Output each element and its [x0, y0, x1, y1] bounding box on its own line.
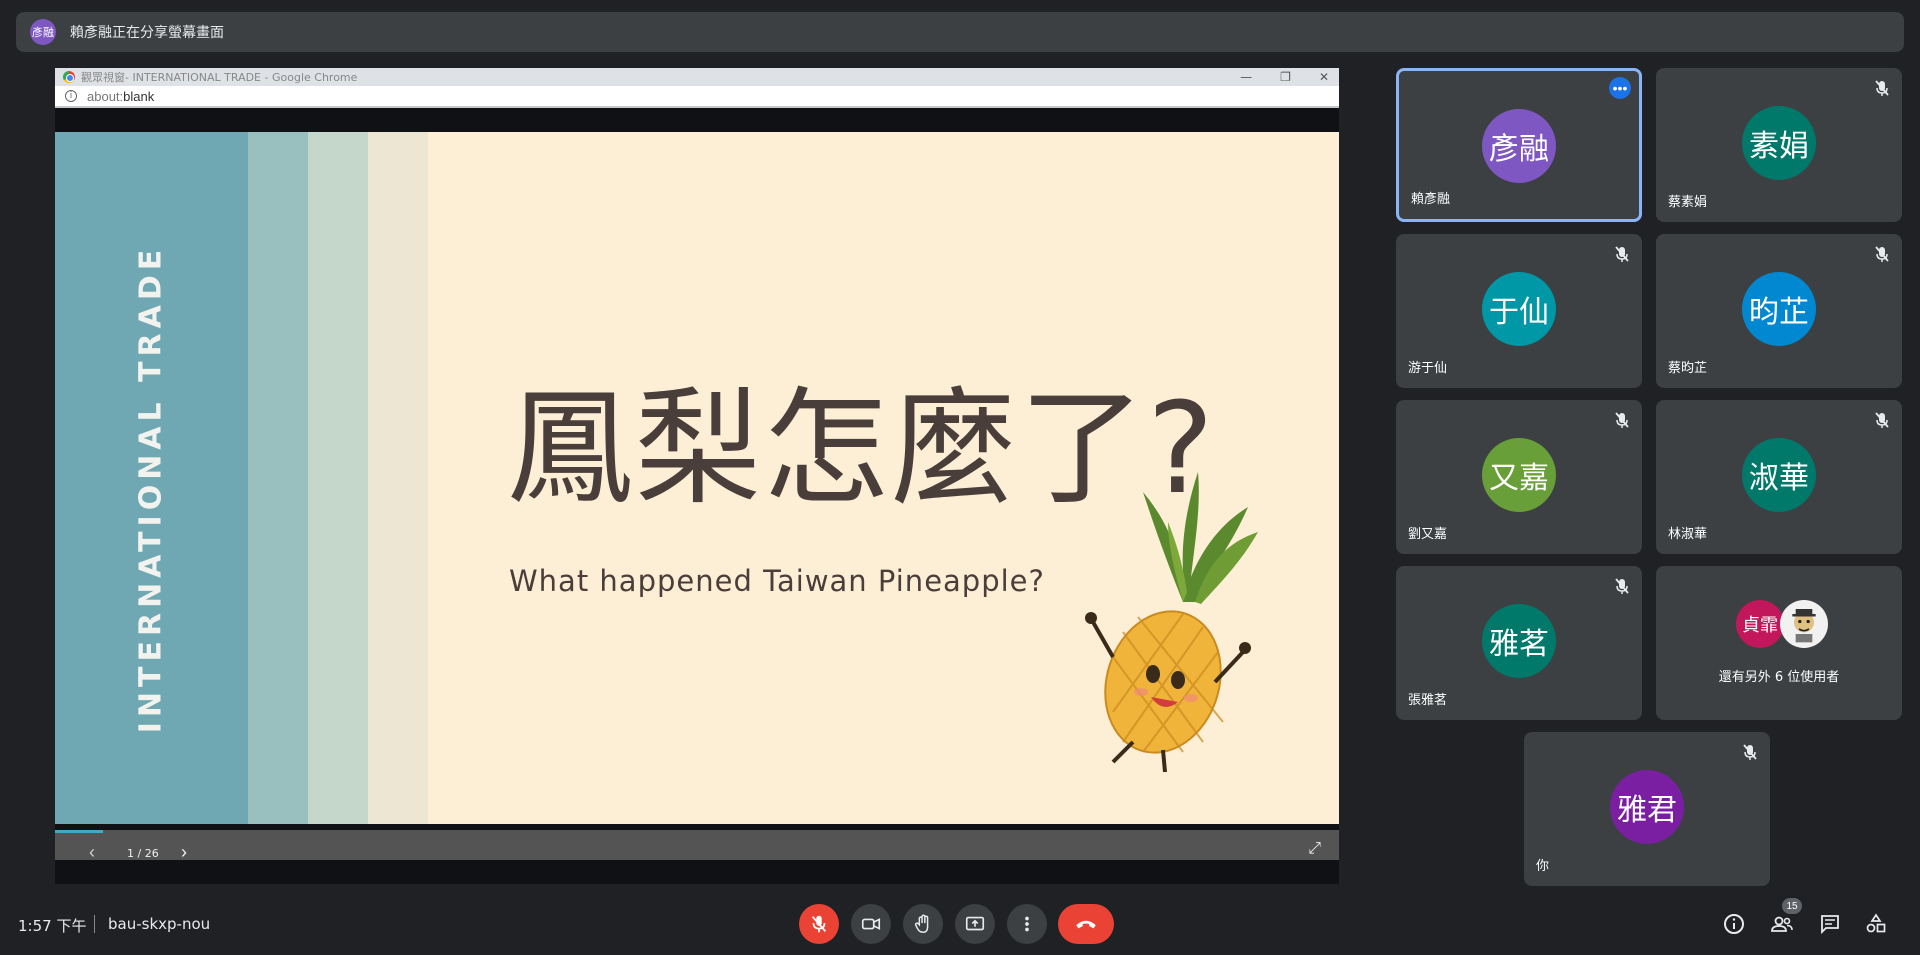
meeting-code: bau-skxp-nou	[108, 915, 211, 933]
mic-off-icon	[1875, 246, 1889, 262]
participant-avatar: 素娟	[1742, 106, 1816, 180]
people-icon	[1771, 916, 1793, 932]
people-count-badge: 15	[1782, 898, 1802, 914]
mic-off-icon	[811, 915, 827, 933]
participant-name: 劉又嘉	[1408, 527, 1448, 542]
leave-call-button[interactable]	[1058, 904, 1114, 944]
slide-page-indicator: 1 / 26	[127, 847, 159, 860]
participant-avatar: 于仙	[1482, 272, 1556, 346]
participant-tile[interactable]: 彥融 ••• 賴彥融	[1396, 68, 1642, 222]
participant-avatar: 雅君	[1610, 770, 1684, 844]
more-vert-icon	[1025, 916, 1029, 932]
participant-name: 蔡素娟	[1668, 195, 1708, 210]
present-screen-button[interactable]	[955, 904, 995, 944]
mic-off-icon	[1615, 412, 1629, 428]
hand-icon	[914, 914, 929, 933]
address-path: blank	[123, 88, 155, 104]
camera-button[interactable]	[851, 904, 891, 944]
browser-address-bar: i about: blank	[55, 86, 1339, 108]
participant-name: 蔡昀芷	[1668, 361, 1708, 376]
presentation-banner: 彥融 賴彥融正在分享螢幕畫面	[16, 12, 1904, 52]
activities-button[interactable]	[1862, 910, 1890, 938]
slide-side-text: INTERNATIONAL TRADE	[133, 244, 169, 734]
microphone-button[interactable]	[799, 904, 839, 944]
camera-icon	[861, 918, 881, 930]
presentation-banner-text: 賴彥融正在分享螢幕畫面	[70, 25, 224, 41]
shared-screen: 觀眾視窗- INTERNATIONAL TRADE - Google Chrom…	[55, 68, 1339, 884]
info-icon: i	[65, 90, 77, 102]
meeting-details-button[interactable]	[1720, 910, 1748, 938]
hang-up-icon	[1076, 920, 1096, 929]
participant-name: 賴彥融	[1411, 192, 1451, 207]
slide-controls-bar	[55, 830, 1339, 860]
restore-icon: ❐	[1280, 70, 1291, 84]
minimize-icon: —	[1240, 70, 1253, 84]
chat-icon	[1821, 915, 1839, 935]
fullscreen-icon: ⤢	[1308, 840, 1321, 857]
mic-off-icon	[1875, 80, 1889, 96]
participant-avatar: 彥融	[1482, 109, 1556, 183]
more-options-icon[interactable]: •••	[1609, 77, 1631, 99]
participant-avatar: 昀芷	[1742, 272, 1816, 346]
participant-name: 張雅茗	[1408, 693, 1448, 708]
participant-name: 你	[1536, 859, 1550, 874]
chat-button[interactable]	[1816, 910, 1844, 938]
browser-title-bar: 觀眾視窗- INTERNATIONAL TRADE - Google Chrom…	[55, 68, 1339, 86]
participant-name: 游于仙	[1408, 361, 1448, 376]
participant-tile[interactable]: 于仙 游于仙	[1396, 234, 1642, 388]
more-options-button[interactable]	[1007, 904, 1047, 944]
participant-tile[interactable]: 雅茗 張雅茗	[1396, 566, 1642, 720]
participant-avatar: 淑華	[1742, 438, 1816, 512]
activities-icon	[1866, 913, 1886, 933]
participant-avatar: 又嘉	[1482, 438, 1556, 512]
meeting-time: 1:57 下午	[18, 917, 87, 935]
mic-off-icon	[1615, 578, 1629, 594]
other-participants-label: 還有另外 6 位使用者	[1718, 670, 1840, 685]
chrome-logo-icon	[63, 71, 75, 83]
slide-progress	[55, 830, 103, 833]
self-tile[interactable]: 雅君 你	[1524, 732, 1770, 886]
pineapple-character-illustration	[1085, 472, 1258, 772]
participant-tile[interactable]: 素娟 蔡素娟	[1656, 68, 1902, 222]
people-button[interactable]	[1768, 910, 1796, 938]
presentation-slide: INTERNATIONAL TRADE 鳳梨怎麼了? What happened…	[55, 132, 1339, 824]
slide-subtitle: What happened Taiwan Pineapple?	[509, 564, 1045, 598]
close-icon: ✕	[1318, 70, 1329, 84]
mic-off-icon	[1743, 744, 1757, 760]
participant-tile[interactable]: 又嘉 劉又嘉	[1396, 400, 1642, 554]
participant-name: 林淑華	[1668, 527, 1708, 542]
raise-hand-button[interactable]	[903, 904, 943, 944]
participant-avatar: 貞霏	[1736, 600, 1784, 648]
profile-photo-avatar	[1780, 600, 1828, 648]
participant-tile[interactable]: 淑華 林淑華	[1656, 400, 1902, 554]
present-screen-icon	[965, 916, 985, 931]
mic-off-icon	[1875, 412, 1889, 428]
browser-window-title: 觀眾視窗- INTERNATIONAL TRADE - Google Chrom…	[81, 71, 358, 84]
presenter-avatar: 彥融	[30, 19, 56, 45]
address-host: about:	[87, 88, 124, 104]
others-tile[interactable]: 貞霏 還有另外 6 位使用者	[1656, 566, 1902, 720]
participant-avatar: 雅茗	[1482, 604, 1556, 678]
mic-off-icon	[1615, 246, 1629, 262]
info-icon	[1724, 914, 1744, 934]
participant-tile[interactable]: 昀芷 蔡昀芷	[1656, 234, 1902, 388]
